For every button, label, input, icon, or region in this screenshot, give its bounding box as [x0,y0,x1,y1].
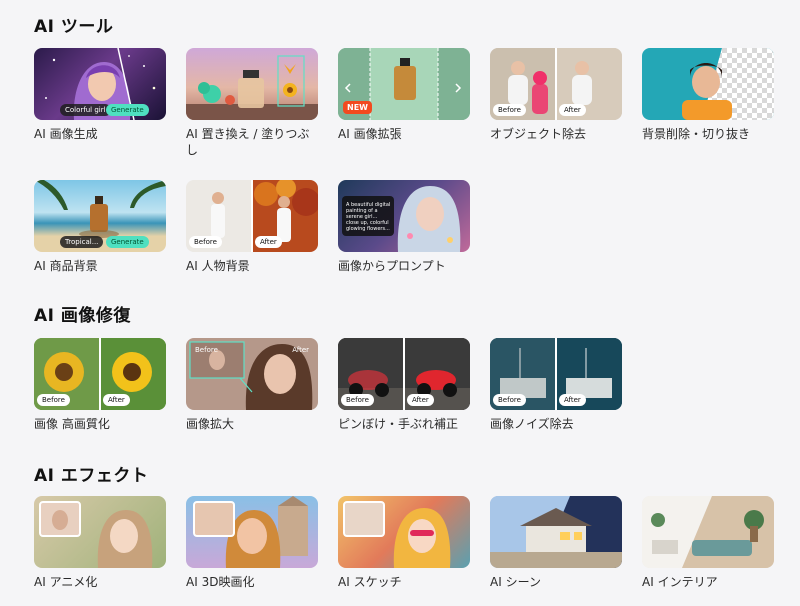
after-tag: After [407,394,434,406]
tool-label: ピンぼけ・手ぶれ補正 [338,417,459,431]
tool-enlarge[interactable]: Before After 画像拡大 [186,338,318,432]
after-tag: After [559,104,586,116]
tool-label: AI 画像拡張 [338,127,402,141]
compare-divider [99,338,101,410]
tool-background-removal[interactable]: 背景削除・切り抜き [642,48,774,142]
prompt-chip: Colorful girl [60,104,111,116]
interior-room-illustration [642,496,774,568]
section-title-ai-effects: AI エフェクト [34,466,149,486]
tool-label: AI 商品背景 [34,259,98,273]
before-tag: Before [493,394,526,406]
tool-label: 画像からプロンプト [338,259,446,273]
tool-enlarge-thumbnail: Before After [186,338,318,410]
tool-label: オブジェクト除去 [490,127,587,141]
compare-divider [555,48,557,120]
before-tag: Before [493,104,526,116]
compare-divider [251,180,253,252]
tool-label: 画像ノイズ除去 [490,417,574,431]
tool-portrait-background-thumbnail: Before After [186,180,318,252]
compare-divider [555,338,557,410]
tool-image-expand[interactable]: NEW AI 画像拡張 [338,48,470,142]
tool-image-to-prompt-thumbnail: A beautiful digital painting of a serene… [338,180,470,252]
tool-denoise-thumbnail: Before After [490,338,622,410]
effect-label: AI スケッチ [338,575,402,589]
effect-label: AI 3D映画化 [186,575,255,589]
tool-label: 背景削除・切り抜き [642,127,751,141]
anime-portrait-illustration [39,501,153,568]
tool-label: 画像拡大 [186,417,235,431]
generate-chip: Generate [106,104,149,116]
prompt-text: A beautiful digital painting of a serene… [346,202,392,232]
effect-3d-movie[interactable]: AI 3D映画化 [186,496,318,590]
tool-upscale-quality[interactable]: Before After 画像 高画質化 [34,338,166,432]
effect-anime[interactable]: AI アニメ化 [34,496,166,590]
before-tag: Before [195,346,218,354]
tool-replace-fill-thumbnail [186,48,318,120]
prompt-line: glowing flowers... [346,226,390,232]
effect-label: AI シーン [490,575,541,589]
effect-sketch-thumbnail [338,496,470,568]
before-tag: Before [189,236,222,248]
generate-chip: Generate [106,236,149,248]
tool-upscale-quality-thumbnail: Before After [34,338,166,410]
house-day-night-illustration [490,496,622,568]
effect-label: AI アニメ化 [34,575,98,589]
3d-character-illustration [193,496,308,568]
tool-image-expand-thumbnail: NEW [338,48,470,120]
tool-label: 画像 高画質化 [34,417,110,431]
tool-portrait-background[interactable]: Before After AI 人物背景 [186,180,318,274]
effect-interior[interactable]: AI インテリア [642,496,774,590]
after-tag: After [559,394,586,406]
transparent-bg-illustration [682,48,774,120]
tool-denoise[interactable]: Before After 画像ノイズ除去 [490,338,622,432]
tool-deblur[interactable]: Before After ピンぼけ・手ぶれ補正 [338,338,470,432]
tool-image-generation[interactable]: Colorful girl Generate AI 画像生成 [34,48,166,142]
effect-label: AI インテリア [642,575,718,589]
effect-3d-movie-thumbnail [186,496,318,568]
effect-scene-thumbnail [490,496,622,568]
after-tag: After [255,236,282,248]
sketch-portrait-illustration [343,501,451,568]
compare-divider [403,338,405,410]
tool-product-background[interactable]: Tropical... Generate AI 商品背景 [34,180,166,274]
tool-object-removal[interactable]: Before After オブジェクト除去 [490,48,622,142]
tool-object-removal-thumbnail: Before After [490,48,622,120]
tool-image-generation-thumbnail: Colorful girl Generate [34,48,166,120]
prompt-line: A beautiful digital painting of a serene… [346,202,391,220]
tool-image-to-prompt[interactable]: A beautiful digital painting of a serene… [338,180,470,274]
tool-replace-fill[interactable]: AI 置き換え / 塗りつぶし [186,48,318,158]
before-tag: Before [341,394,374,406]
after-tag: After [103,394,130,406]
section-title-ai-tools: AI ツール [34,17,114,37]
tool-label: AI 置き換え / 塗りつぶし [186,127,310,157]
effect-anime-thumbnail [34,496,166,568]
before-tag: Before [37,394,70,406]
tool-deblur-thumbnail: Before After [338,338,470,410]
tool-product-background-thumbnail: Tropical... Generate [34,180,166,252]
tool-label: AI 人物背景 [186,259,250,273]
effect-sketch[interactable]: AI スケッチ [338,496,470,590]
new-badge: NEW [343,101,372,114]
section-title-ai-repair: AI 画像修復 [34,306,131,326]
tool-background-removal-thumbnail [642,48,774,120]
prompt-chip: Tropical... [60,236,104,248]
effect-scene[interactable]: AI シーン [490,496,622,590]
after-tag: After [292,346,309,354]
effect-interior-thumbnail [642,496,774,568]
perfume-flowers-illustration [186,55,318,120]
tool-label: AI 画像生成 [34,127,98,141]
